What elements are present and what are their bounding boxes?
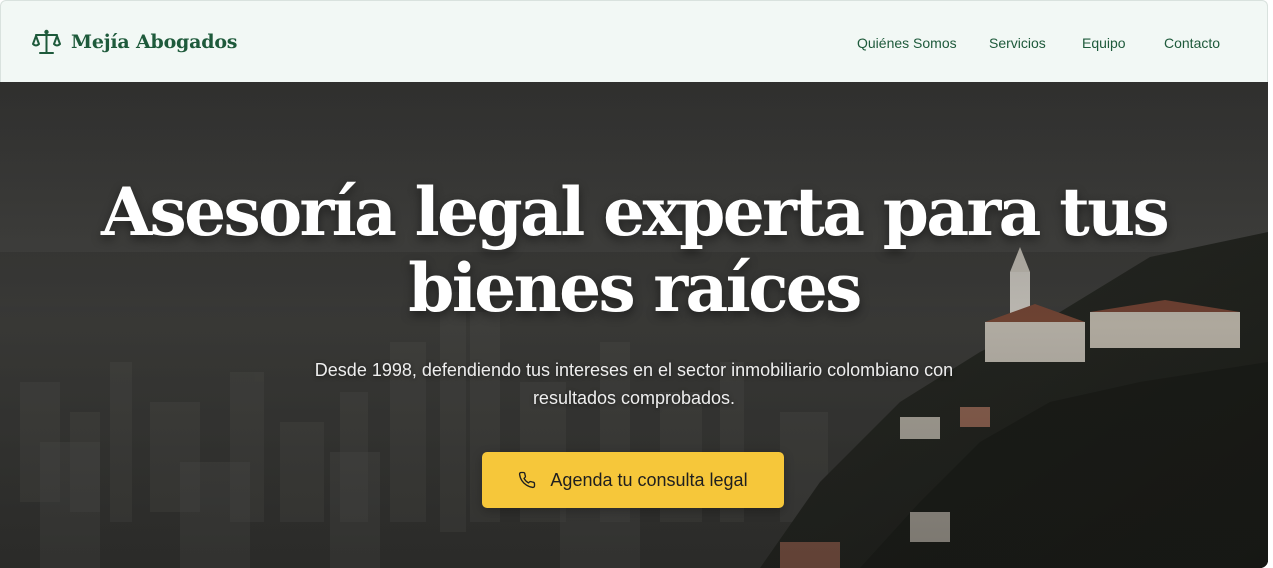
nav-link-equipo[interactable]: Equipo — [1082, 34, 1126, 52]
nav-link-contacto[interactable]: Contacto — [1164, 34, 1220, 52]
navbar: Mejía Abogados Quiénes Somos Servicios E… — [0, 0, 1268, 82]
page: Mejía Abogados Quiénes Somos Servicios E… — [0, 0, 1268, 568]
nav-link-quienes-somos[interactable]: Quiénes Somos — [857, 34, 957, 52]
hero-subtitle: Desde 1998, defendiendo tus intereses en… — [314, 360, 954, 408]
hero-section: Asesoría legal experta para tus bienes r… — [0, 82, 1268, 568]
main-nav: Quiénes Somos Servicios Equipo Contacto — [1, 34, 1267, 52]
hero-content: Asesoría legal experta para tus bienes r… — [0, 82, 1268, 568]
cta-label: Agenda tu consulta legal — [550, 469, 748, 490]
nav-link-servicios[interactable]: Servicios — [989, 34, 1046, 52]
phone-icon — [519, 471, 536, 489]
hero-title: Asesoría legal experta para tus bienes r… — [100, 173, 1170, 327]
schedule-consultation-button[interactable]: Agenda tu consulta legal — [482, 452, 784, 508]
